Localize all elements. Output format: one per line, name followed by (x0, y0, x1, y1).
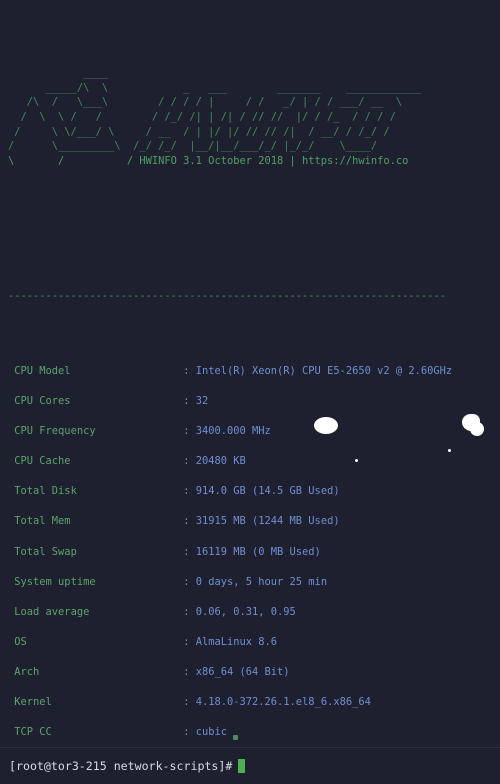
info-row-load-average: Load average : 0.06, 0.31, 0.95 (8, 605, 492, 620)
ascii-line-1: ____ (8, 67, 109, 80)
info-pad (96, 425, 184, 437)
info-row-total-swap: Total Swap : 16119 MB (0 MB Used) (8, 545, 492, 560)
info-row-arch: Arch : x86_64 (64 Bit) (8, 665, 492, 680)
info-colon: : (183, 515, 196, 528)
info-row-cpu-model: CPU Model : Intel(R) Xeon(R) CPU E5-2650… (8, 364, 492, 379)
info-colon: : (183, 545, 196, 558)
info-label: CPU Cache (14, 455, 71, 468)
info-label: Total Disk (14, 485, 77, 498)
info-label: Total Mem (14, 515, 71, 528)
info-row-cpu-cores: CPU Cores : 32 (8, 394, 492, 409)
info-colon: : (183, 455, 196, 468)
info-label: TCP CC (14, 726, 52, 739)
info-row-total-mem: Total Mem : 31915 MB (1244 MB Used) (8, 514, 492, 529)
info-colon: : (183, 695, 196, 708)
info-value: 0 days, 5 hour 25 min (195, 575, 328, 588)
info-colon: : (183, 364, 196, 377)
info-value: x86_64 (64 Bit) (195, 665, 290, 678)
hwinfo-ascii-banner: ____ _____/\ \ _ ___ _______ ___________… (8, 66, 492, 168)
info-value: 20480 KB (195, 455, 246, 468)
info-pad (71, 515, 184, 527)
info-row-system-uptime: System uptime : 0 days, 5 hour 25 min (8, 575, 492, 590)
info-value: 0.06, 0.31, 0.95 (195, 605, 296, 618)
ascii-line-5: / \ \/___/ \ / __ / | |/ |/ // // /| / _… (8, 125, 390, 138)
info-value: 914.0 GB (14.5 GB Used) (195, 485, 340, 498)
info-pad (52, 726, 183, 738)
info-value: 3400.000 MHz (195, 425, 271, 438)
info-row-kernel: Kernel : 4.18.0-372.26.1.el8_6.x86_64 (8, 695, 492, 710)
system-info-block: CPU Model : Intel(R) Xeon(R) CPU E5-2650… (8, 364, 492, 747)
spacer-after-banner (8, 213, 492, 228)
info-pad (27, 636, 183, 648)
info-colon: : (183, 635, 196, 648)
info-label: OS (14, 635, 27, 648)
info-row-cpu-frequency: CPU Frequency : 3400.000 MHz (8, 424, 492, 439)
ascii-line-6: / \_________\ /_/ /_/ |__/|__/___/_/ |_/… (8, 140, 378, 153)
text-cursor (238, 759, 246, 773)
info-row-cpu-cache: CPU Cache : 20480 KB (8, 454, 492, 469)
terminal-screen: ____ _____/\ \ _ ___ _______ ___________… (0, 0, 500, 747)
info-value: Intel(R) Xeon(R) CPU E5-2650 v2 @ 2.60GH… (195, 364, 453, 377)
info-pad (89, 606, 183, 618)
info-label: Kernel (14, 695, 52, 708)
shell-prompt-text: [root@tor3-215 network-scripts]# (9, 759, 233, 773)
info-pad (71, 395, 184, 407)
ascii-line-3: /\ / \___\ / / / / | / / _/ | / / ___/ _… (8, 96, 403, 109)
info-pad (77, 485, 183, 497)
info-pad (71, 455, 184, 467)
info-pad (52, 696, 183, 708)
info-colon: : (183, 605, 196, 618)
info-pad (96, 576, 184, 588)
info-colon: : (183, 485, 196, 498)
info-value: AlmaLinux 8.6 (195, 635, 278, 648)
info-value: 31915 MB (1244 MB Used) (195, 515, 340, 528)
info-colon: : (183, 395, 196, 408)
ascii-line-2: _____/\ \ _ ___ _______ ____________ (8, 81, 421, 94)
info-label: CPU Frequency (14, 425, 96, 438)
divider-top: ----------------------------------------… (8, 289, 446, 302)
ascii-line-4: / \ \ / / / /_/ /| | /| / // // |/ / /_ … (8, 110, 396, 123)
info-colon: : (183, 665, 196, 678)
info-label: Total Swap (14, 545, 77, 558)
info-label: Load average (14, 605, 90, 618)
shell-prompt-bar[interactable]: [root@tor3-215 network-scripts]# (0, 747, 500, 784)
info-row-total-disk: Total Disk : 914.0 GB (14.5 GB Used) (8, 484, 492, 499)
info-value: cubic (195, 726, 227, 739)
info-pad (39, 666, 183, 678)
info-label: CPU Cores (14, 395, 71, 408)
info-value: 16119 MB (0 MB Used) (195, 545, 321, 558)
terminal-window: ____ _____/\ \ _ ___ _______ ___________… (0, 0, 500, 784)
info-colon: : (183, 575, 196, 588)
info-row-tcp-cc: TCP CC : cubic (8, 725, 492, 740)
info-label: Arch (14, 665, 40, 678)
info-label: System uptime (14, 575, 96, 588)
info-pad (71, 365, 184, 377)
info-pad (77, 546, 183, 558)
info-colon: : (183, 726, 196, 739)
info-value: 32 (195, 395, 209, 408)
info-label: CPU Model (14, 364, 71, 377)
info-row-os: OS : AlmaLinux 8.6 (8, 635, 492, 650)
banner-title-line: \ / / HWINFO 3.1 October 2018 | https://… (8, 154, 409, 167)
info-colon: : (183, 425, 196, 438)
info-value: 4.18.0-372.26.1.el8_6.x86_64 (195, 695, 371, 708)
